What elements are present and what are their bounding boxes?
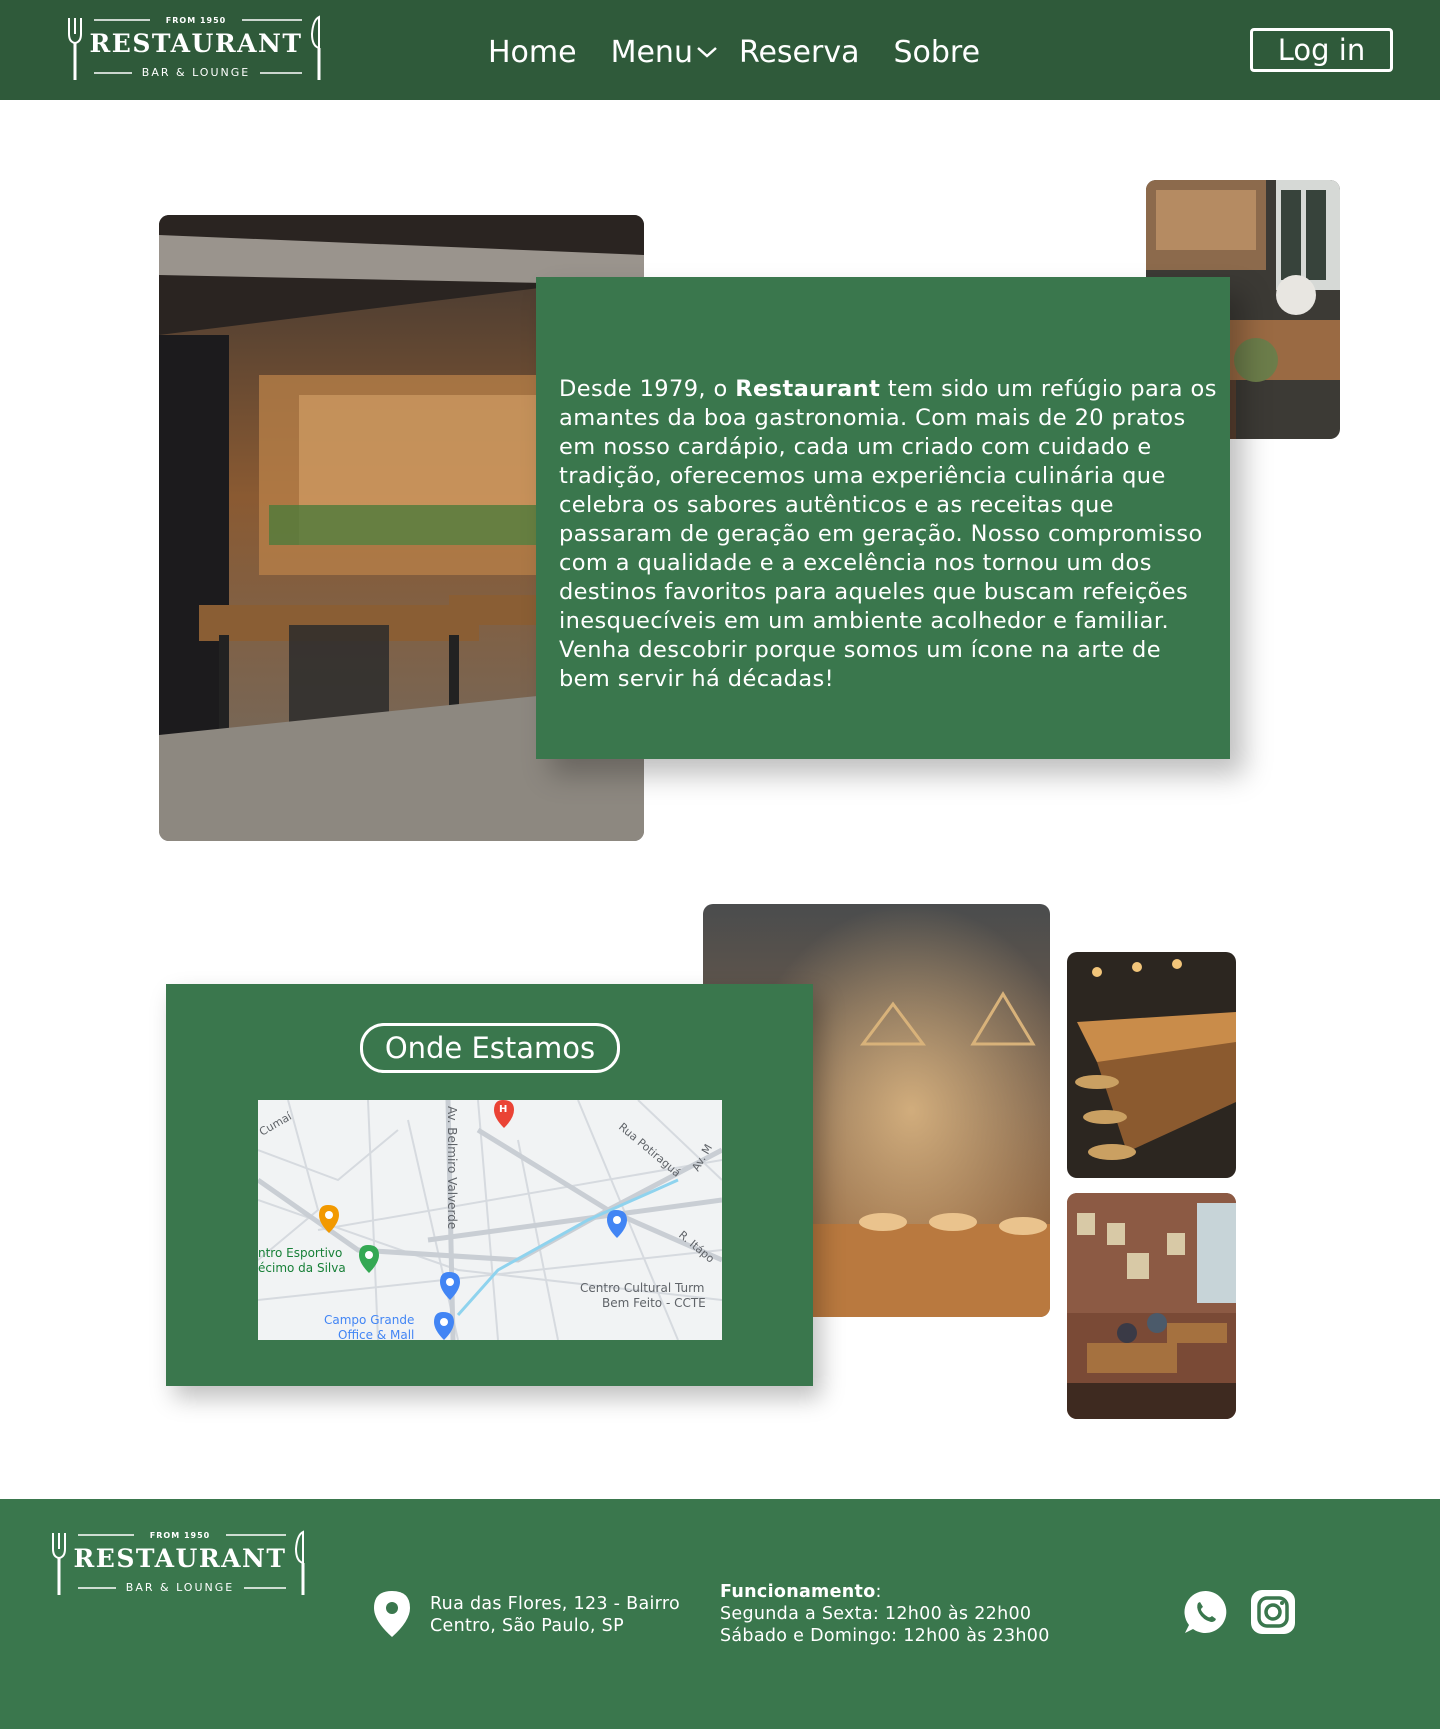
logo-name: RESTAURANT: [89, 29, 303, 58]
hours-weekend: Sábado e Domingo: 12h00 às 23h00: [720, 1626, 1050, 1646]
about-text: Desde 1979, o Restaurant tem sido um ref…: [559, 375, 1219, 694]
login-button[interactable]: Log in: [1250, 28, 1393, 72]
hours-weekdays: Segunda a Sexta: 12h00 às 22h00: [720, 1604, 1032, 1624]
about-text-rest: tem sido um refúgio para os amantes da b…: [559, 376, 1217, 692]
nav-reserva[interactable]: Reserva: [739, 35, 860, 70]
location-title: Onde Estamos: [360, 1023, 620, 1073]
map-place-label: Campo Grande: [324, 1313, 414, 1327]
map-place-label: Bem Feito - CCTE: [602, 1296, 706, 1310]
login-label: Log in: [1277, 33, 1366, 67]
nav-home-label: Home: [488, 34, 577, 70]
main-nav: Home Menu Reserva Sobre: [488, 30, 1014, 74]
nav-sobre[interactable]: Sobre: [893, 35, 980, 70]
map-pin-icon: [374, 1591, 410, 1637]
map-place-label: ntro Esportivo: [258, 1246, 342, 1260]
logo-subtitle: BAR & LOUNGE: [141, 66, 251, 79]
nav-menu[interactable]: Menu: [610, 34, 717, 70]
logo-from: FROM 1950: [149, 1531, 211, 1540]
svg-text:H: H: [499, 1104, 507, 1115]
whatsapp-icon[interactable]: [1183, 1589, 1229, 1635]
location-title-text: Onde Estamos: [384, 1031, 596, 1065]
footer-hours: Funcionamento: Segunda a Sexta: 12h00 às…: [720, 1581, 1120, 1647]
map-place-label: Office & Mall: [338, 1328, 414, 1340]
bar-counter-photo: [1067, 952, 1236, 1178]
nav-home[interactable]: Home: [488, 35, 577, 70]
location-card: Onde Estamos Av. Belmiro Valverde Rua Po…: [166, 984, 813, 1386]
map-place-label: écimo da Silva: [258, 1261, 346, 1275]
map-street-label: Av. Belmiro Valverde: [445, 1106, 459, 1229]
hours-sep: :: [875, 1582, 882, 1602]
nav-sobre-label: Sobre: [893, 34, 981, 70]
nav-menu-label: Menu: [610, 34, 693, 70]
about-text-start: Desde 1979, o: [559, 376, 736, 402]
hours-heading: Funcionamento:: [720, 1581, 1120, 1603]
logo-subtitle: BAR & LOUNGE: [125, 1581, 235, 1594]
instagram-icon[interactable]: [1250, 1589, 1296, 1635]
about-card: Desde 1979, o Restaurant tem sido um ref…: [536, 277, 1230, 759]
about-brand: Restaurant: [735, 376, 881, 402]
dining-room-photo: [1067, 1193, 1236, 1419]
restaurant-logo[interactable]: FROM 1950 RESTAURANT BAR & LOUNGE: [66, 14, 326, 86]
hours-title: Funcionamento: [720, 1582, 876, 1602]
map-place-label: Centro Cultural Turm: [580, 1281, 705, 1295]
chevron-down-icon: [697, 47, 717, 58]
nav-reserva-label: Reserva: [738, 34, 860, 70]
site-header: FROM 1950 RESTAURANT BAR & LOUNGE Home M…: [0, 0, 1440, 100]
footer-logo[interactable]: FROM 1950 RESTAURANT BAR & LOUNGE: [50, 1529, 310, 1601]
location-map[interactable]: Av. Belmiro Valverde Rua Potiraguá Cumaí…: [258, 1100, 722, 1340]
site-footer: FROM 1950 RESTAURANT BAR & LOUNGE Rua da…: [0, 1499, 1440, 1729]
logo-from: FROM 1950: [165, 16, 227, 25]
footer-address: Rua das Flores, 123 - Bairro Centro, São…: [430, 1594, 680, 1636]
logo-name: RESTAURANT: [73, 1544, 287, 1573]
